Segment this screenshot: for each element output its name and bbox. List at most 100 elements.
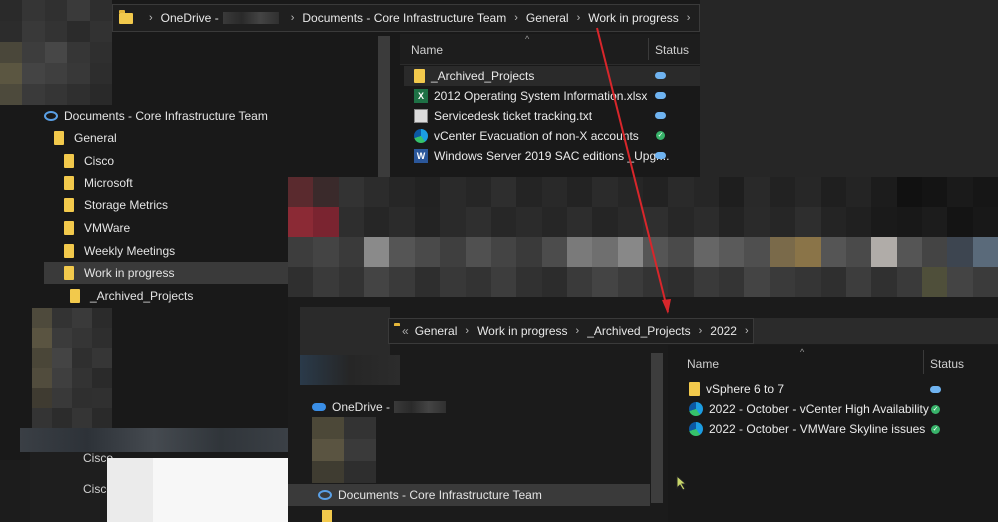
folder-icon (64, 176, 74, 190)
tree-item-work-in-progress[interactable]: Work in progress (64, 262, 174, 284)
breadcrumb-archived-projects[interactable]: _Archived_Projects (587, 324, 690, 338)
chevron-right-icon: › (149, 12, 153, 24)
synced-check-icon: ✓ (656, 131, 665, 140)
synced-check-icon: ✓ (931, 405, 940, 414)
redacted-text (394, 401, 447, 413)
scrollbar[interactable] (378, 36, 390, 178)
breadcrumb-work-in-progress[interactable]: Work in progress (477, 324, 567, 338)
tree-item-label: Documents - Core Infrastructure Team (64, 109, 268, 123)
pixelated-region (0, 0, 112, 105)
cloud-icon (655, 112, 666, 119)
pixelated-region (300, 307, 390, 355)
breadcrumb-onedrive[interactable]: OneDrive - (161, 11, 219, 25)
tree-item-cisco[interactable]: Cisco (64, 150, 114, 172)
search-box-region (754, 318, 998, 344)
folder-icon (64, 244, 74, 258)
folder-icon (322, 510, 332, 522)
excel-icon: X (414, 89, 428, 103)
breadcrumb-2022[interactable]: 2022 (710, 324, 737, 338)
folder-icon (64, 198, 74, 212)
chevron-right-icon: › (576, 12, 581, 24)
chevron-right-icon: › (514, 12, 518, 24)
breadcrumb-work-in-progress[interactable]: Work in progress (588, 11, 678, 25)
folder-icon (64, 266, 74, 280)
mouse-cursor-icon (676, 475, 688, 491)
pixelated-region (288, 177, 998, 297)
column-divider (923, 350, 924, 374)
chevron-right-icon: › (290, 12, 295, 24)
folder-icon (64, 154, 74, 168)
tree-item-label: Storage Metrics (84, 198, 169, 212)
tree-item-documents[interactable]: Documents - Core Infrastructure Team (44, 105, 268, 127)
nav-item-label: OneDrive - (332, 400, 391, 414)
tree-item-storage-metrics[interactable]: Storage Metrics (64, 194, 168, 216)
chevron-right-icon: › (465, 325, 470, 337)
file-name: 2022 - October - vCenter High Availabili… (709, 402, 929, 416)
file-name: 2022 - October - VMWare Skyline issues (709, 422, 926, 436)
file-name: Servicedesk ticket tracking.txt (434, 109, 593, 123)
overflow-chevron-icon[interactable]: « (402, 324, 409, 338)
sort-ascending-icon: ^ (525, 34, 530, 44)
tree-item-label: Work in progress (84, 266, 175, 280)
text-file-icon (414, 109, 428, 123)
list-item[interactable]: X 2012 Operating System Information.xlsx (414, 86, 647, 106)
synced-check-icon: ✓ (931, 425, 940, 434)
tree-item-label: _Archived_Projects (90, 289, 194, 303)
tree-item-weekly-meetings[interactable]: Weekly Meetings (64, 240, 175, 262)
column-name-header[interactable]: Name (411, 43, 443, 57)
list-item[interactable]: vSphere 6 to 7 (689, 379, 784, 399)
nav-item-onedrive[interactable]: OneDrive - (312, 396, 450, 418)
list-item[interactable]: 2022 - October - vCenter High Availabili… (689, 399, 929, 419)
column-divider (648, 38, 649, 60)
word-icon: W (414, 149, 428, 163)
tree-item-label: General (74, 131, 117, 145)
folder-icon (70, 289, 80, 303)
folder-icon (689, 382, 700, 396)
breadcrumb-general[interactable]: General (526, 11, 569, 25)
white-panel-shade (107, 458, 153, 522)
file-name: Windows Server 2019 SAC editions _Upgr..… (434, 149, 670, 163)
breadcrumb-documents[interactable]: Documents - Core Infrastructure Team (302, 11, 506, 25)
sharepoint-library-icon (318, 490, 332, 500)
folder-icon (414, 69, 425, 83)
file-name: _Archived_Projects (431, 69, 535, 83)
address-bar[interactable]: › OneDrive - › Documents - Core Infrastr… (112, 4, 700, 32)
list-item[interactable]: vCenter Evacuation of non-X accounts (414, 126, 639, 146)
list-item[interactable]: 2022 - October - VMWare Skyline issues (689, 419, 925, 439)
edge-icon (414, 129, 428, 143)
nav-item-label: Documents - Core Infrastructure Team (338, 488, 542, 502)
pixelated-region (32, 308, 112, 428)
cloud-icon (655, 92, 666, 99)
pixelated-region (20, 428, 288, 452)
pixelated-region (312, 417, 376, 483)
folder-icon (54, 131, 64, 145)
address-bar[interactable]: « General › Work in progress › _Archived… (388, 318, 754, 344)
chevron-right-icon: › (698, 325, 703, 337)
tree-item-label: VMWare (84, 221, 131, 235)
scrollbar[interactable] (651, 353, 663, 503)
edge-icon (689, 402, 703, 416)
nav-item-documents[interactable]: Documents - Core Infrastructure Team (318, 484, 542, 506)
list-item[interactable]: _Archived_Projects (414, 66, 534, 86)
chevron-right-icon: › (744, 325, 749, 337)
tree-item-general[interactable]: General (54, 127, 117, 149)
sharepoint-library-icon (44, 111, 58, 121)
file-name: 2012 Operating System Information.xlsx (434, 89, 648, 103)
list-item[interactable]: W Windows Server 2019 SAC editions _Upgr… (414, 146, 669, 166)
column-status-header[interactable]: Status (655, 43, 689, 57)
explorer-window-front: OneDrive - Documents - Core Infrastructu… (288, 177, 998, 522)
breadcrumb-general[interactable]: General (415, 324, 458, 338)
column-status-header[interactable]: Status (930, 357, 964, 371)
tree-item-vmware[interactable]: VMWare (64, 217, 130, 239)
column-name-header[interactable]: Name (687, 357, 719, 371)
tree-item-archived-projects[interactable]: _Archived_Projects (70, 285, 193, 307)
tree-item-microsoft[interactable]: Microsoft (64, 172, 133, 194)
cloud-icon (655, 72, 666, 79)
folder-icon (119, 9, 133, 24)
chevron-right-icon: › (575, 325, 580, 337)
file-name: vCenter Evacuation of non-X accounts (434, 129, 639, 143)
list-item[interactable]: Servicedesk ticket tracking.txt (414, 106, 592, 126)
tree-item-label: Microsoft (84, 176, 133, 190)
file-name: vSphere 6 to 7 (706, 382, 785, 396)
tree-item-label: Weekly Meetings (84, 244, 176, 258)
